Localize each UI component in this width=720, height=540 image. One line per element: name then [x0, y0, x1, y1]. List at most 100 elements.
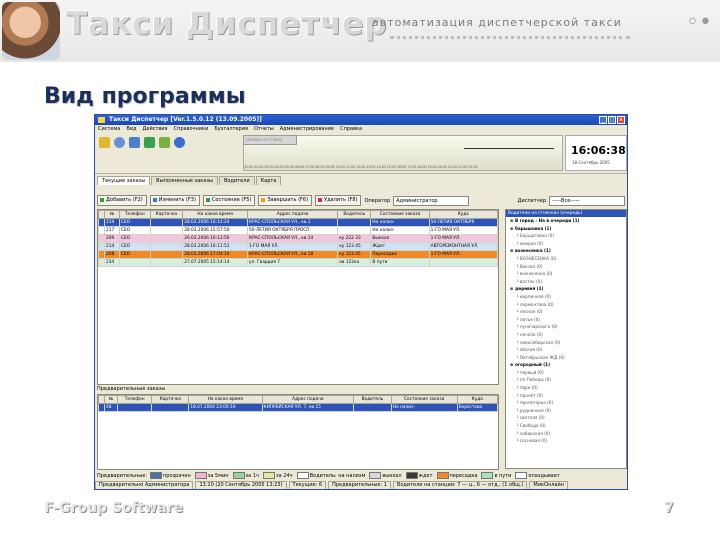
column-header[interactable]: Карточка [151, 395, 190, 404]
queue-item[interactable]: └ пролёт (0) [506, 392, 626, 400]
queue-item[interactable]: └ сосновая (0) [506, 437, 626, 445]
queue-item[interactable]: ⊕ огородный (1) [506, 361, 626, 369]
queue-item[interactable]: └ парк (0) [506, 384, 626, 392]
queue-item[interactable]: └ Борщаговка (0) [506, 232, 626, 240]
column-header[interactable]: Карточка [149, 210, 184, 219]
status-cell: 13.20 (20 Сентябрь 2005 13:23) [195, 481, 287, 489]
menu-item[interactable]: Вид [126, 125, 136, 133]
table-row[interactable]: 208 СЕО 28.03.2006 17:04:10 КРАС-СПОЛЬСКАЯ … [98, 250, 499, 259]
queue-item[interactable]: └ рудничная (0) [506, 407, 626, 415]
column-header[interactable]: Состояние заказа [390, 395, 458, 404]
clock-time: 16:06:38 [571, 144, 626, 157]
tab-item[interactable]: Выполненные заказы [151, 176, 218, 185]
column-header[interactable]: Адрес подачи [247, 210, 339, 219]
queue-item-label: новосибирская (0) [519, 339, 561, 345]
column-header[interactable]: Куда [456, 395, 499, 404]
tab-item[interactable]: Карта [255, 176, 282, 185]
queue-item[interactable]: └ вознесенка (0) [506, 270, 626, 278]
maximize-button[interactable]: □ [608, 116, 616, 124]
menu-item[interactable]: Действия [142, 125, 167, 133]
menu-item[interactable]: Система [98, 125, 120, 133]
queue-item[interactable]: └ обская (0) [506, 346, 626, 354]
table-cell [116, 403, 153, 412]
column-header[interactable]: Телефон [116, 395, 153, 404]
menu-item[interactable]: Администрирование [280, 125, 334, 133]
legend-item: в пути [481, 472, 511, 479]
menu-item[interactable]: Отчеты [254, 125, 274, 133]
exit-icon[interactable] [144, 137, 155, 148]
table-row[interactable]: 209 СЕО 26.03.2006 16:13:56 КРАС-СПОЛЬСКАЯ … [98, 234, 499, 243]
tab-item[interactable]: Водители [218, 176, 255, 185]
column-header[interactable]: На какое время [188, 395, 263, 404]
clock-date: 18 Сентябрь 2005 [572, 160, 610, 165]
legend-label: Предварительные: [97, 472, 148, 479]
column-header[interactable]: Водитель [337, 210, 372, 219]
queue-item[interactable]: └ восток (0) [506, 278, 626, 286]
menu-item[interactable]: Бухгалтерия [214, 125, 248, 133]
queue-item[interactable]: └ лермонтова (0) [506, 301, 626, 309]
drivers-queue-panel: Водители на стоянках (очередь) ⊕ В город… [505, 209, 627, 469]
orders-grid: № Телефон Карточка На какое время Адрес пода… [97, 209, 499, 385]
column-header[interactable]: Водитель [353, 395, 392, 404]
queue-item[interactable]: ⊕ деревня (1) [506, 285, 626, 293]
toolbar: 01:00 02:00 03:00 04:00 05:00 06:00 07:0… [95, 133, 627, 174]
queue-item[interactable]: └ луначарского (0) [506, 323, 626, 331]
queue-item[interactable]: ⊕ вознесенка (1) [506, 247, 626, 255]
queue-item[interactable]: └ Октябрьская ЖД (0) [506, 354, 626, 362]
column-header[interactable]: № [103, 210, 121, 219]
action-button[interactable]: Добавить (F2) [97, 195, 147, 206]
queue-item-label: Вокзал (0) [519, 263, 543, 269]
action-button[interactable]: Состояние (F5) [202, 195, 256, 206]
queue-item[interactable]: └ новосибирская (0) [506, 339, 626, 347]
queue-item-label: луначарского (0) [519, 324, 558, 330]
queue-item[interactable]: └ пл.Победы (0) [506, 376, 626, 384]
queue-item[interactable]: └ сибирская (0) [506, 430, 626, 438]
queue-item[interactable]: └ начало (0) [506, 331, 626, 339]
drivers-queue-header: Водители на стоянках (очередь) [506, 210, 626, 217]
table-row[interactable]: 234 27.07.2005 15:14:14 ул. Гвардия 7 ав 12… [98, 258, 499, 267]
logo-title: Такси Диспетчер [66, 6, 388, 42]
action-button[interactable]: Удалить (F8) [315, 195, 362, 206]
queue-item[interactable]: └ пролетарка (0) [506, 399, 626, 407]
legend-label: за 1ч [245, 472, 259, 479]
queue-item[interactable]: └ кирпичная (0) [506, 293, 626, 301]
dispatcher-select[interactable]: -----Все----- [549, 195, 625, 206]
table-row[interactable]: 219 СЕО 28.03.2006 16:14:24 КРАС-СПОЛЬСКАЯ … [98, 218, 499, 227]
menu-item[interactable]: Справочники [174, 125, 209, 133]
clock-icon[interactable] [114, 137, 125, 148]
queue-item[interactable]: ⊕ В город - На в очереди (1) [506, 217, 626, 225]
table-cell: На нализ- [390, 403, 458, 412]
tab-item[interactable]: Текущие заказы [97, 176, 151, 185]
queue-item[interactable]: └ Свобода (0) [506, 422, 626, 430]
table-cell: 209 [103, 234, 121, 243]
column-header[interactable]: № [104, 395, 118, 404]
edit-icon[interactable] [129, 137, 140, 148]
queue-item[interactable]: └ Вокзал (0) [506, 263, 626, 271]
close-button[interactable]: × [617, 116, 625, 124]
action-button[interactable]: Изменить (F3) [149, 195, 200, 206]
table-row[interactable]: 217 СЕО 28.03.2006 15:57:50 50-ЛЕТИЯ ОКТЯБР… [98, 226, 499, 235]
queue-item[interactable]: └ первый (0) [506, 369, 626, 377]
help-icon[interactable] [174, 137, 185, 148]
refresh-icon[interactable] [159, 137, 170, 148]
operator-select[interactable]: Администратор [393, 195, 470, 206]
key-icon[interactable] [99, 137, 110, 148]
menu-item[interactable]: Справка [340, 125, 362, 133]
queue-item[interactable]: ⊕ барышовка (1) [506, 225, 626, 233]
queue-item[interactable]: └ литья (0) [506, 316, 626, 324]
queue-item[interactable]: └ лесная (0) [506, 308, 626, 316]
column-header[interactable]: На какое время [182, 210, 249, 219]
queue-item[interactable]: └ светлая (0) [506, 414, 626, 422]
minimize-button[interactable]: _ [599, 116, 607, 124]
action-button[interactable]: Завершить (F6) [258, 195, 313, 206]
queue-item[interactable]: └ ВОЗНЕСЕНКА (0) [506, 255, 626, 263]
column-header[interactable]: Состояние заказа [370, 210, 430, 219]
table-cell: СЕО [119, 234, 151, 243]
tagline: автоматизация диспетчерской такси [372, 16, 622, 29]
column-header[interactable]: Адрес подачи [261, 395, 355, 404]
queue-item[interactable]: └ мокрое (0) [506, 240, 626, 248]
column-header[interactable]: Куда [428, 210, 499, 219]
table-row[interactable]: 48 18.07.2004 23:00:16 КИПРЕЙСКАЯ УЛ. 7, к… [98, 403, 499, 412]
table-row[interactable]: 214 СЕО 28.03.2006 16:11:51 1-ГО МАЯ УЛ. ку … [98, 242, 499, 251]
column-header[interactable]: Телефон [119, 210, 151, 219]
